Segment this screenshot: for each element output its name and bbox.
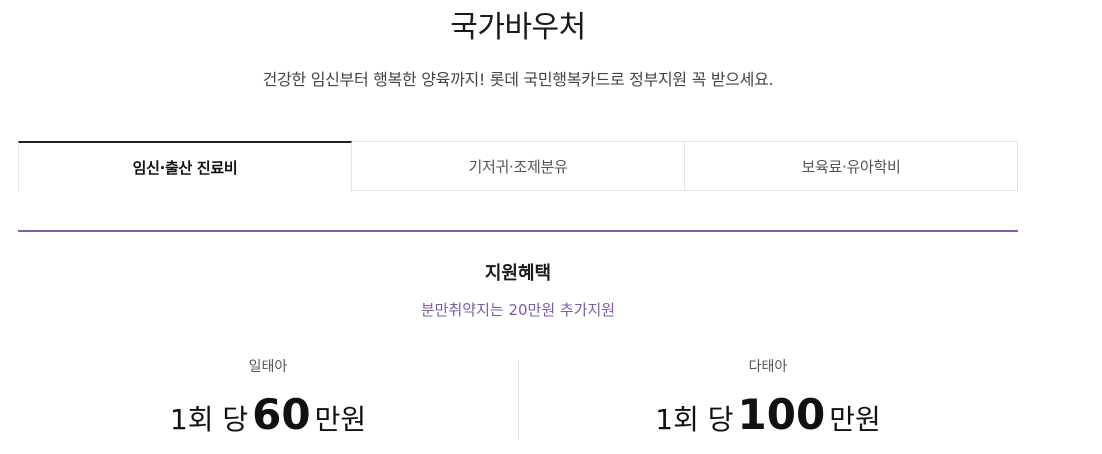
amount-number: 100	[737, 390, 826, 439]
section-divider	[18, 230, 1018, 232]
amount-prefix: 1회 당	[655, 403, 734, 436]
amount-suffix: 만원	[829, 403, 881, 436]
tab-bar: 임신·출산 진료비 기저귀·조제분유 보육료·유아학비	[18, 141, 1018, 191]
benefit-label: 다태아	[748, 359, 788, 375]
section-note: 분만취약지는 20만원 추가지원	[420, 301, 616, 319]
tab-diaper-formula[interactable]: 기저귀·조제분유	[352, 141, 685, 191]
section-title: 지원혜택	[484, 263, 552, 284]
page-title: 국가바우처	[450, 10, 586, 45]
tab-childcare-fees[interactable]: 보육료·유아학비	[685, 141, 1018, 191]
page-subtitle: 건강한 임신부터 행복한 양육까지! 롯데 국민행복카드로 정부지원 꼭 받으세…	[262, 70, 774, 89]
benefit-amount: 1회 당60 만원	[18, 390, 518, 449]
benefit-single: 일태아 1회 당60 만원	[18, 356, 518, 442]
benefit-amount: 1회 당100 만원	[518, 390, 1018, 449]
benefit-label: 일태아	[248, 359, 288, 375]
amount-suffix: 만원	[314, 403, 367, 436]
tab-pregnancy-childbirth[interactable]: 임신·출산 진료비	[18, 141, 352, 191]
amount-prefix: 1회 당	[169, 403, 249, 436]
benefit-list: 일태아 1회 당60 만원 다태아 1회 당100 만원	[18, 356, 1018, 442]
benefit-multiple: 다태아 1회 당100 만원	[518, 356, 1018, 442]
amount-number: 60	[252, 390, 311, 439]
